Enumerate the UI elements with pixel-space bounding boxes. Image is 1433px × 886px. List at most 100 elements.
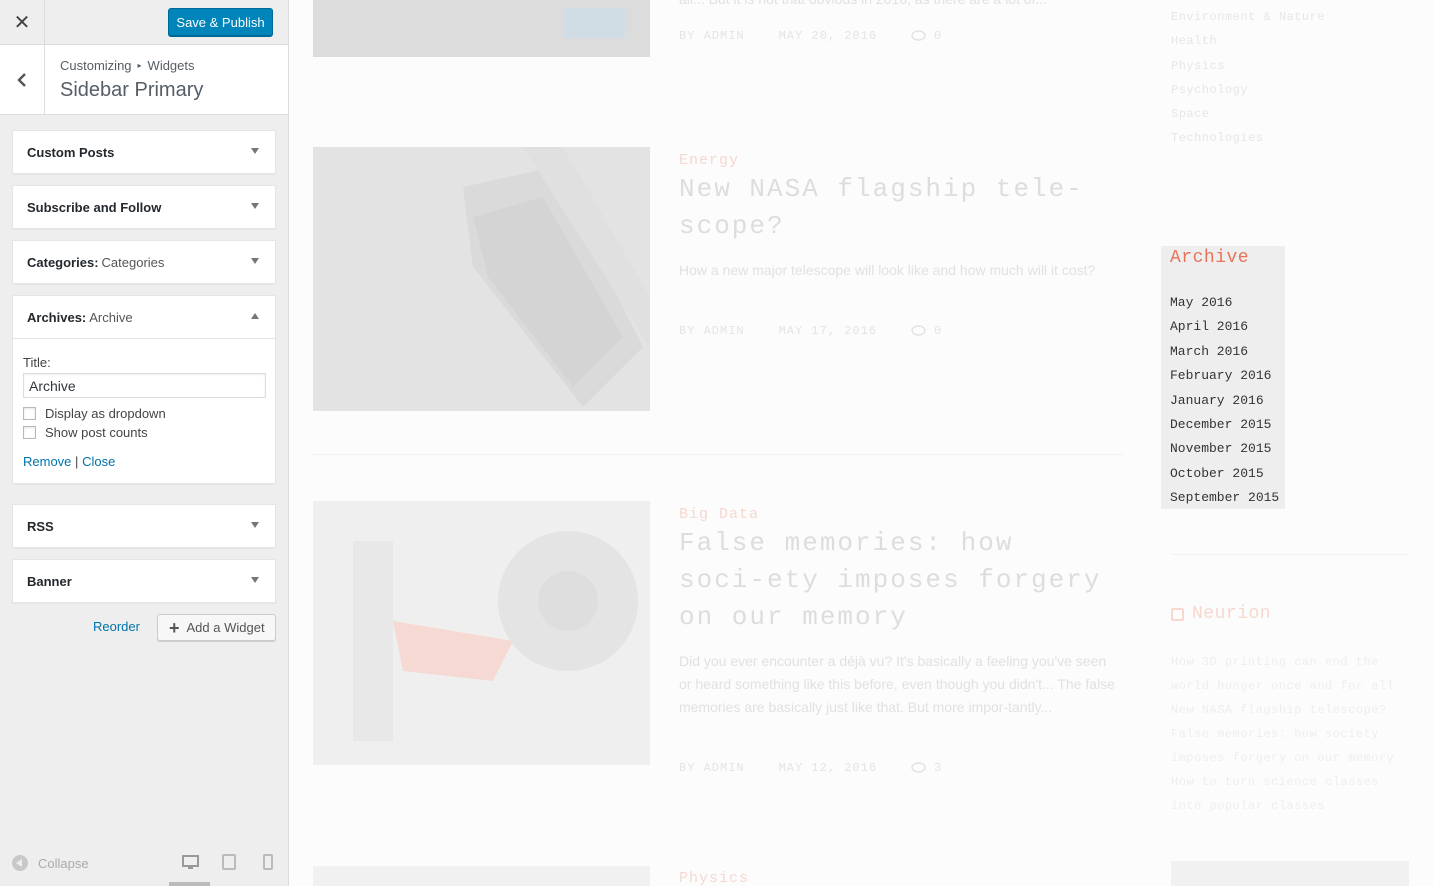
post-date[interactable]: MAY 17, 2016	[779, 324, 877, 338]
close-customizer-button[interactable]: ✕	[0, 0, 45, 44]
category-link[interactable]: Space	[1171, 102, 1325, 126]
widget-title: Banner	[27, 573, 72, 589]
archive-list: May 2016 April 2016 March 2016 February …	[1170, 291, 1279, 511]
widget-title: Subscribe and Follow	[27, 199, 162, 215]
archive-link[interactable]: December 2015	[1170, 413, 1279, 437]
widget-title: Categories:	[27, 254, 99, 270]
collapse-arrow-icon	[12, 855, 28, 871]
lab-image	[313, 501, 650, 765]
add-widget-button[interactable]: + Add a Widget	[157, 614, 276, 641]
rss-widget-title[interactable]: Neurion	[1171, 604, 1271, 624]
archive-link[interactable]: November 2015	[1170, 437, 1279, 461]
breadcrumb-section: Widgets	[147, 58, 195, 73]
satellite-image	[463, 147, 650, 407]
widget-header[interactable]: Banner	[13, 560, 275, 602]
post-meta: BY ADMIN MAY 17, 2016 0	[679, 324, 942, 338]
customizer-header: ✕ Save & Publish	[0, 0, 288, 45]
archive-widget-highlight: Archive May 2016 April 2016 March 2016 F…	[1161, 246, 1285, 509]
widget-subscribe-follow: Subscribe and Follow	[12, 185, 276, 229]
save-publish-button[interactable]: Save & Publish	[168, 8, 273, 36]
breadcrumb-root: Customizing	[60, 58, 132, 73]
post-counts-checkbox-label[interactable]: Show post counts	[45, 425, 148, 440]
caret-up-icon[interactable]	[251, 313, 259, 319]
category-link[interactable]: Health	[1171, 29, 1325, 53]
post-author[interactable]: BY ADMIN	[679, 29, 745, 43]
post-counts-checkbox[interactable]	[23, 426, 36, 439]
archive-link[interactable]: September 2015	[1170, 486, 1279, 510]
remove-widget-link[interactable]: Remove	[23, 454, 71, 469]
rss-title-text: Neurion	[1192, 604, 1272, 624]
category-link[interactable]: Physics	[1171, 54, 1325, 78]
post-comments[interactable]: 0	[911, 29, 942, 43]
mobile-preview-button[interactable]	[258, 852, 278, 872]
widget-actions: Remove | Close	[23, 454, 265, 469]
archive-link[interactable]: October 2015	[1170, 462, 1279, 486]
rss-icon	[1171, 607, 1184, 621]
post-category[interactable]: Energy	[679, 152, 739, 169]
close-widget-link[interactable]: Close	[82, 454, 115, 469]
breadcrumb-separator: ▸	[137, 61, 142, 70]
post-comments[interactable]: 3	[911, 761, 942, 775]
archive-link[interactable]: January 2016	[1170, 389, 1279, 413]
back-button[interactable]	[0, 45, 45, 114]
dropdown-checkbox[interactable]	[23, 407, 36, 420]
post-date[interactable]: MAY 12, 2016	[779, 761, 877, 775]
widget-header[interactable]: Subscribe and Follow	[13, 186, 275, 228]
collapse-button[interactable]: Collapse	[12, 855, 89, 871]
post-thumbnail[interactable]	[313, 501, 650, 765]
post-category[interactable]: Big Data	[679, 506, 759, 523]
post-divider	[313, 454, 1123, 455]
widget-header[interactable]: Categories: Categories	[13, 241, 275, 283]
post-thumbnail[interactable]	[313, 0, 650, 57]
close-icon: ✕	[13, 11, 31, 34]
title-field-label: Title:	[23, 355, 51, 370]
archive-link[interactable]: May 2016	[1170, 291, 1279, 315]
desktop-preview-button[interactable]	[180, 852, 200, 872]
post-author[interactable]: BY ADMIN	[679, 324, 745, 338]
caret-down-icon[interactable]	[251, 148, 259, 154]
category-link[interactable]: Technologies	[1171, 126, 1325, 150]
comment-count: 0	[934, 324, 943, 338]
caret-down-icon[interactable]	[251, 522, 259, 528]
category-link[interactable]: Psychology	[1171, 78, 1325, 102]
breadcrumb: Customizing ▸ Widgets	[60, 58, 195, 73]
title-field[interactable]	[23, 373, 266, 398]
section-title: Sidebar Primary	[60, 79, 204, 101]
post-thumbnail[interactable]	[313, 147, 650, 411]
reorder-link[interactable]: Reorder	[93, 619, 140, 634]
caret-down-icon[interactable]	[251, 258, 259, 264]
archive-link[interactable]: March 2016	[1170, 340, 1279, 364]
archive-link[interactable]: February 2016	[1170, 364, 1279, 388]
widget-header[interactable]: Custom Posts	[13, 131, 275, 173]
widget-banner: Banner	[12, 559, 276, 603]
mobile-icon	[263, 854, 273, 870]
widget-header[interactable]: RSS	[13, 505, 275, 547]
dropdown-checkbox-label[interactable]: Display as dropdown	[45, 406, 166, 421]
desktop-icon	[181, 854, 199, 869]
widget-subtitle: Archive	[89, 309, 133, 325]
category-link[interactable]: Environment & Nature	[1171, 5, 1325, 29]
comment-icon	[911, 762, 926, 773]
post-date[interactable]: MAY 20, 2016	[779, 29, 877, 43]
add-widget-label: Add a Widget	[186, 620, 265, 635]
rss-feed-items[interactable]: How 3D printing can end the world hunger…	[1171, 650, 1411, 818]
banner-widget-image[interactable]	[1171, 861, 1409, 886]
widget-header[interactable]: Archives: Archive	[13, 296, 275, 338]
post-title[interactable]: New NASA flagship tele-scope?	[679, 171, 1119, 245]
caret-down-icon[interactable]	[251, 203, 259, 209]
caret-down-icon[interactable]	[251, 577, 259, 583]
collapse-label: Collapse	[38, 855, 89, 871]
post-meta: BY ADMIN MAY 20, 2016 0	[679, 29, 942, 43]
archive-link[interactable]: April 2016	[1170, 315, 1279, 339]
post-category[interactable]: Physics	[679, 870, 749, 886]
post-comments[interactable]: 0	[911, 324, 942, 338]
post-thumbnail[interactable]	[313, 866, 650, 886]
post-title[interactable]: False memories: how soci-ety imposes for…	[679, 525, 1119, 636]
comment-count: 0	[934, 29, 943, 43]
customizer-panel: ✕ Save & Publish Customizing ▸ Widgets S…	[0, 0, 289, 886]
post-author[interactable]: BY ADMIN	[679, 761, 745, 775]
comment-icon	[911, 30, 926, 41]
tablet-preview-button[interactable]	[219, 852, 239, 872]
chevron-left-icon	[17, 72, 26, 87]
post-excerpt: How a new major telescope will look like…	[679, 262, 1096, 278]
